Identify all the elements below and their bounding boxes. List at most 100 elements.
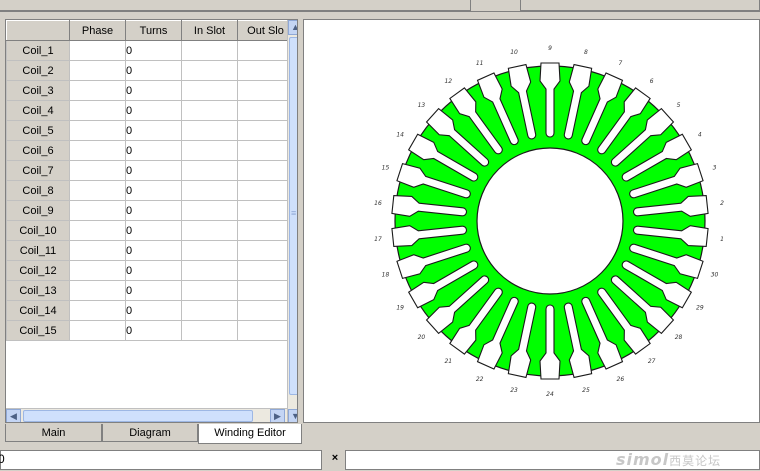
cell-turns[interactable]: 0 — [125, 160, 182, 181]
cell-phase[interactable] — [69, 300, 126, 321]
cell-out-slot[interactable] — [237, 280, 294, 301]
row-header-coil[interactable]: Coil_12 — [6, 260, 70, 281]
column-header-out-slot[interactable]: Out Slo — [237, 20, 294, 41]
table-row[interactable]: Coil_3 0 — [6, 80, 294, 101]
row-header-coil[interactable]: Coil_9 — [6, 200, 70, 221]
row-header-coil[interactable]: Coil_4 — [6, 100, 70, 121]
cell-out-slot[interactable] — [237, 120, 294, 141]
tab-diagram[interactable]: Diagram — [102, 424, 198, 442]
close-icon[interactable]: × — [328, 451, 342, 465]
cell-out-slot[interactable] — [237, 200, 294, 221]
row-header-coil[interactable]: Coil_13 — [6, 280, 70, 301]
table-row[interactable]: Coil_2 0 — [6, 60, 294, 81]
column-header-in-slot[interactable]: In Slot — [181, 20, 238, 41]
cell-in-slot[interactable] — [181, 320, 238, 341]
cell-turns[interactable]: 0 — [125, 180, 182, 201]
vertical-scroll-thumb[interactable]: ≡ — [289, 37, 297, 395]
cell-out-slot[interactable] — [237, 240, 294, 261]
cell-phase[interactable] — [69, 60, 126, 81]
cell-phase[interactable] — [69, 100, 126, 121]
row-header-coil[interactable]: Coil_14 — [6, 300, 70, 321]
table-row[interactable]: Coil_9 0 — [6, 200, 294, 221]
row-header-coil[interactable]: Coil_3 — [6, 80, 70, 101]
cell-out-slot[interactable] — [237, 40, 294, 61]
cell-in-slot[interactable] — [181, 300, 238, 321]
cell-out-slot[interactable] — [237, 260, 294, 281]
cell-in-slot[interactable] — [181, 180, 238, 201]
row-header-coil[interactable]: Coil_7 — [6, 160, 70, 181]
table-row[interactable]: Coil_14 0 — [6, 300, 294, 321]
cell-in-slot[interactable] — [181, 60, 238, 81]
cell-phase[interactable] — [69, 260, 126, 281]
cell-turns[interactable]: 0 — [125, 120, 182, 141]
table-row[interactable]: Coil_7 0 — [6, 160, 294, 181]
table-row[interactable]: Coil_11 0 — [6, 240, 294, 261]
cell-in-slot[interactable] — [181, 140, 238, 161]
cell-in-slot[interactable] — [181, 280, 238, 301]
cell-phase[interactable] — [69, 120, 126, 141]
cell-phase[interactable] — [69, 220, 126, 241]
cell-phase[interactable] — [69, 200, 126, 221]
table-row[interactable]: Coil_5 0 — [6, 120, 294, 141]
cell-phase[interactable] — [69, 320, 126, 341]
cell-phase[interactable] — [69, 280, 126, 301]
scroll-right-icon[interactable]: ▶ — [270, 409, 285, 422]
cell-out-slot[interactable] — [237, 160, 294, 181]
tab-winding-editor[interactable]: Winding Editor — [198, 424, 302, 444]
cell-phase[interactable] — [69, 180, 126, 201]
cell-out-slot[interactable] — [237, 140, 294, 161]
row-header-coil[interactable]: Coil_6 — [6, 140, 70, 161]
table-row[interactable]: Coil_13 0 — [6, 280, 294, 301]
cell-turns[interactable]: 0 — [125, 40, 182, 61]
row-header-coil[interactable]: Coil_5 — [6, 120, 70, 141]
scroll-up-icon[interactable]: ▲ — [288, 20, 297, 35]
row-header-coil[interactable]: Coil_10 — [6, 220, 70, 241]
cell-out-slot[interactable] — [237, 60, 294, 81]
cell-out-slot[interactable] — [237, 220, 294, 241]
cell-out-slot[interactable] — [237, 300, 294, 321]
cell-turns[interactable]: 0 — [125, 240, 182, 261]
cell-turns[interactable]: 0 — [125, 320, 182, 341]
cell-in-slot[interactable] — [181, 100, 238, 121]
cell-in-slot[interactable] — [181, 80, 238, 101]
table-row[interactable]: Coil_10 0 — [6, 220, 294, 241]
cell-turns[interactable]: 0 — [125, 220, 182, 241]
cell-turns[interactable]: 0 — [125, 60, 182, 81]
vertical-scrollbar[interactable]: ▲ ≡ ▼ — [287, 20, 297, 422]
cell-phase[interactable] — [69, 40, 126, 61]
cell-in-slot[interactable] — [181, 220, 238, 241]
cell-in-slot[interactable] — [181, 40, 238, 61]
table-row[interactable]: Coil_8 0 — [6, 180, 294, 201]
cell-phase[interactable] — [69, 80, 126, 101]
row-header-coil[interactable]: Coil_11 — [6, 240, 70, 261]
horizontal-scroll-thumb[interactable] — [23, 410, 253, 422]
cell-out-slot[interactable] — [237, 80, 294, 101]
cell-phase[interactable] — [69, 140, 126, 161]
cell-in-slot[interactable] — [181, 200, 238, 221]
cell-in-slot[interactable] — [181, 240, 238, 261]
scroll-down-icon[interactable]: ▼ — [288, 409, 297, 422]
cell-turns[interactable]: 0 — [125, 80, 182, 101]
corner-header[interactable] — [6, 20, 70, 41]
cell-in-slot[interactable] — [181, 260, 238, 281]
table-row[interactable]: Coil_15 0 — [6, 320, 294, 341]
cell-out-slot[interactable] — [237, 320, 294, 341]
cell-turns[interactable]: 0 — [125, 140, 182, 161]
table-row[interactable]: Coil_6 0 — [6, 140, 294, 161]
cell-turns[interactable]: 0 — [125, 280, 182, 301]
row-header-coil[interactable]: Coil_2 — [6, 60, 70, 81]
cell-phase[interactable] — [69, 240, 126, 261]
cell-in-slot[interactable] — [181, 120, 238, 141]
cell-turns[interactable]: 0 — [125, 200, 182, 221]
cell-phase[interactable] — [69, 160, 126, 181]
cell-turns[interactable]: 0 — [125, 300, 182, 321]
row-header-coil[interactable]: Coil_1 — [6, 40, 70, 61]
row-header-coil[interactable]: Coil_8 — [6, 180, 70, 201]
tab-main[interactable]: Main — [5, 424, 102, 442]
row-header-coil[interactable]: Coil_15 — [6, 320, 70, 341]
cell-turns[interactable]: 0 — [125, 100, 182, 121]
scroll-left-icon[interactable]: ◀ — [6, 409, 21, 422]
horizontal-scrollbar[interactable]: ◀ ▶ — [6, 408, 287, 422]
cell-turns[interactable]: 0 — [125, 260, 182, 281]
column-header-turns[interactable]: Turns — [125, 20, 182, 41]
